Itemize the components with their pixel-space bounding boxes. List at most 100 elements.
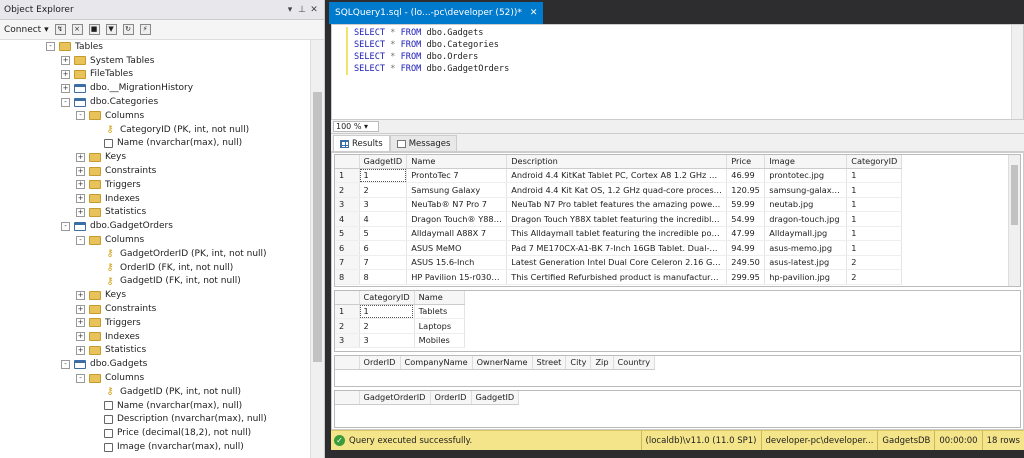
table-cell[interactable]: This Certified Refurbished product is ma… (506, 269, 728, 285)
tree-node[interactable]: - dbo.Gadgets (0, 357, 310, 371)
table-cell[interactable]: Dragon Touch® Y88X 7 (406, 211, 508, 227)
expand-icon[interactable]: + (76, 194, 85, 204)
connect-button[interactable]: Connect ▾ (4, 25, 49, 35)
column-header[interactable]: GadgetID (359, 155, 408, 169)
expand-icon[interactable]: + (61, 56, 70, 66)
row-number[interactable]: 6 (335, 240, 360, 256)
collapse-icon[interactable]: - (61, 221, 70, 231)
collapse-icon[interactable]: - (76, 111, 85, 121)
table-row[interactable]: 6 6 ASUS MeMO Pad 7 ME170CX-A1-BK 7-Inch 16… (335, 240, 903, 256)
column-header[interactable]: Price (726, 155, 766, 169)
expand-icon[interactable]: + (76, 290, 85, 300)
table-cell[interactable]: 6 (359, 240, 408, 256)
tree-node[interactable]: + FileTables (0, 68, 310, 82)
table-cell[interactable]: neutab.jpg (764, 197, 848, 212)
column-header[interactable]: Image (764, 155, 848, 169)
tree-node[interactable]: + Statistics (0, 344, 310, 358)
column-header[interactable]: OrderID (430, 391, 472, 405)
table-cell[interactable]: Alldaymall A88X 7 (406, 226, 508, 241)
table-cell[interactable]: 299.95 (726, 269, 766, 285)
column-header[interactable]: GadgetID (471, 391, 520, 405)
editor-scrollbar[interactable] (1011, 25, 1023, 119)
collapse-icon[interactable]: - (76, 235, 85, 245)
tree-node[interactable]: - Columns (0, 371, 310, 385)
tree-node[interactable]: ⚷ GadgetOrderID (PK, int, not null) (0, 247, 310, 261)
expand-icon[interactable]: + (61, 69, 70, 79)
tree-node[interactable]: - Columns (0, 233, 310, 247)
tree-node[interactable]: ⚷ OrderID (FK, int, not null) (0, 261, 310, 275)
expand-icon[interactable]: + (76, 332, 85, 342)
collapse-icon[interactable]: - (46, 42, 55, 52)
column-header[interactable]: City (565, 356, 592, 370)
tab-messages[interactable]: Messages (389, 135, 458, 151)
table-row[interactable]: 5 5 Alldaymall A88X 7 This Alldaymall table… (335, 226, 903, 241)
table-cell[interactable]: Samsung Galaxy (406, 182, 508, 198)
tree-node[interactable]: + Indexes (0, 192, 310, 206)
table-cell[interactable]: 120.95 (726, 182, 766, 198)
expand-icon[interactable]: + (76, 207, 85, 217)
tree-node[interactable]: + Triggers (0, 178, 310, 192)
grid-scrollbar[interactable] (1008, 155, 1020, 286)
column-header[interactable]: GadgetOrderID (359, 391, 431, 405)
zoom-select[interactable]: 100 % ▾ (333, 121, 379, 132)
table-row[interactable]: 3 3 Mobiles (335, 333, 465, 348)
filter-icon[interactable]: ▼ (105, 24, 117, 35)
object-explorer-scrollbar[interactable] (310, 40, 324, 458)
table-row[interactable]: 2 2 Samsung Galaxy Android 4.4 Kit Kat OS, … (335, 182, 903, 198)
table-row[interactable]: 4 4 Dragon Touch® Y88X 7 Dragon Touch Y88X … (335, 211, 903, 227)
table-row[interactable]: 3 3 NeuTab® N7 Pro 7 NeuTab N7 Pro tablet f… (335, 197, 903, 212)
row-number[interactable]: 5 (335, 226, 360, 241)
table-cell[interactable]: Laptops (414, 318, 465, 334)
tree-node[interactable]: ⚷ GadgetID (PK, int, not null) (0, 385, 310, 399)
tab-sqlquery1[interactable]: SQLQuery1.sql - (lo...-pc\developer (52)… (329, 2, 544, 24)
connect-icon[interactable]: ↯ (54, 24, 66, 35)
table-row[interactable]: 1 1 Tablets (335, 304, 465, 319)
row-number[interactable]: 1 (335, 304, 360, 319)
tree-node[interactable]: ⚷ GadgetID (FK, int, not null) (0, 275, 310, 289)
table-cell[interactable]: Alldaymall.jpg (764, 226, 848, 241)
column-header[interactable]: CategoryID (846, 155, 903, 169)
table-cell[interactable]: 3 (359, 333, 415, 348)
table-cell[interactable]: 1 (846, 182, 903, 198)
expand-icon[interactable]: + (76, 304, 85, 314)
table-cell[interactable]: 54.99 (726, 211, 766, 227)
expand-icon[interactable]: + (76, 152, 85, 162)
table-cell[interactable]: samsung-galaxy.jpg (764, 182, 848, 198)
column-header[interactable]: Country (613, 356, 656, 370)
expand-icon[interactable]: + (61, 83, 70, 93)
row-number[interactable]: 1 (335, 168, 360, 183)
column-header[interactable]: OrderID (359, 356, 401, 370)
table-row[interactable]: 7 7 ASUS 15.6-Inch Latest Generation Intel … (335, 255, 903, 270)
table-cell[interactable]: Tablets (414, 304, 465, 319)
table-cell[interactable]: 5 (359, 226, 408, 241)
query-editor[interactable]: SELECT * FROM dbo.Gadgets SELECT * FROM d… (331, 24, 1024, 120)
column-header[interactable]: Description (506, 155, 728, 169)
table-cell[interactable]: This Alldaymall tablet featuring the inc… (506, 226, 728, 241)
dropdown-icon[interactable]: ▾ (284, 5, 296, 15)
close-icon[interactable]: ✕ (530, 8, 538, 18)
table-cell[interactable]: 2 (359, 318, 415, 334)
table-cell[interactable]: 7 (359, 255, 408, 270)
stop-icon[interactable]: ■ (88, 24, 100, 35)
table-cell[interactable]: Android 4.4 KitKat Tablet PC, Cortex A8 … (506, 168, 728, 183)
expand-icon[interactable]: + (76, 345, 85, 355)
close-icon[interactable]: ✕ (308, 5, 320, 15)
tree-node[interactable]: + Constraints (0, 164, 310, 178)
tree-node[interactable]: Name (nvarchar(max), null) (0, 137, 310, 151)
table-cell[interactable]: 249.50 (726, 255, 766, 270)
table-cell[interactable]: 8 (359, 269, 408, 285)
tree-node[interactable]: + Keys (0, 288, 310, 302)
expand-icon[interactable]: + (76, 166, 85, 176)
table-cell[interactable]: asus-memo.jpg (764, 240, 848, 256)
tree-node[interactable]: + Indexes (0, 330, 310, 344)
expand-icon[interactable]: + (76, 318, 85, 328)
table-cell[interactable]: Android 4.4 Kit Kat OS, 1.2 GHz quad-cor… (506, 182, 728, 198)
column-header[interactable]: CategoryID (359, 291, 415, 305)
tree-node[interactable]: Price (decimal(18,2), not null) (0, 426, 310, 440)
table-cell[interactable]: NeuTab® N7 Pro 7 (406, 197, 508, 212)
table-cell[interactable]: 3 (359, 197, 408, 212)
table-cell[interactable]: 2 (846, 255, 903, 270)
table-cell[interactable]: 1 (846, 168, 903, 183)
refresh-icon[interactable]: ↻ (122, 24, 134, 35)
row-number[interactable]: 2 (335, 182, 360, 198)
